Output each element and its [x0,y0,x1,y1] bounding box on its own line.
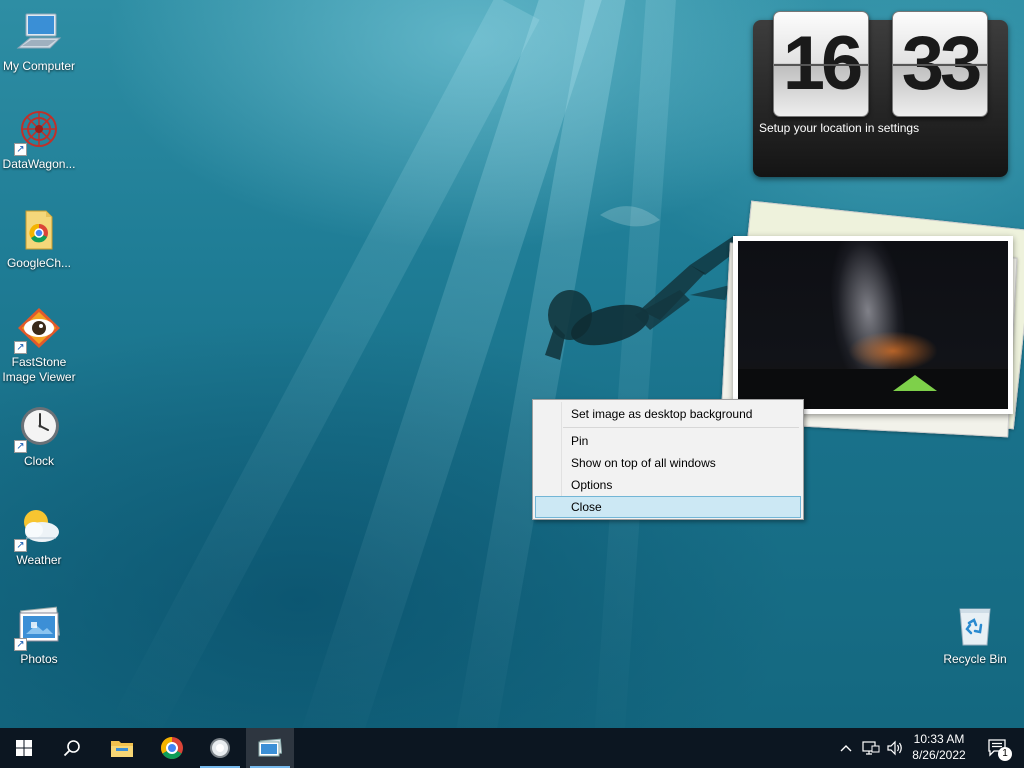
search-icon [63,740,80,757]
tray-date: 8/26/2022 [912,748,966,762]
gadget-icon [210,738,230,758]
computer-icon [16,13,62,49]
notification-center-button[interactable]: 1 [978,728,1018,768]
desktop-icon-label: Weather [16,553,62,567]
search-button[interactable] [48,728,96,768]
shortcut-arrow-icon: ↗ [14,440,27,453]
menu-item-pin[interactable]: Pin [535,430,801,452]
desktop-icon-google-chrome[interactable]: GoogleCh... [0,207,78,271]
shortcut-arrow-icon: ↗ [14,638,27,651]
shortcut-arrow-icon: ↗ [14,341,27,354]
file-explorer-icon [111,741,133,757]
menu-item-close[interactable]: Close [535,496,801,518]
night-sky-photo [738,241,1008,409]
desktop-icon-recycle-bin[interactable]: Recycle Bin [936,603,1014,667]
clock-minutes: 33 [892,11,988,117]
desktop-icon-datawagon[interactable]: ↗ DataWagon... [0,108,78,172]
desktop-icon-label: FastStone Image Viewer [2,355,76,384]
desktop-icon-photos[interactable]: ↗ Photos [0,603,78,667]
tray-chevron-up-icon[interactable] [836,728,856,768]
desktop-icon-label: Photos [20,652,58,666]
network-icon[interactable] [860,728,882,768]
chrome-icon [161,737,183,759]
menu-item-show-on-top[interactable]: Show on top of all windows [535,452,801,474]
taskbar: 10:33 AM 8/26/2022 1 [0,728,1024,768]
desktop-icon-my-computer[interactable]: My Computer [0,10,78,74]
menu-item-options[interactable]: Options [535,474,801,496]
desktop-icon-label: Recycle Bin [943,652,1007,666]
desktop-icon-weather[interactable]: ↗ Weather [0,504,78,568]
notification-badge: 1 [998,747,1012,761]
volume-icon[interactable] [884,728,906,768]
desktop: My Computer ↗ DataWagon... GoogleCh... ↗… [0,0,1024,728]
start-icon [16,740,32,756]
desktop-icon-label: DataWagon... [2,157,76,171]
clock-location-text[interactable]: Setup your location in settings [759,121,919,135]
taskbar-file-explorer[interactable] [98,728,146,768]
desktop-icon-label: Clock [23,454,54,468]
taskbar-slideshow[interactable] [246,728,294,768]
tray-clock[interactable]: 10:33 AM 8/26/2022 [905,728,973,768]
context-menu: Set image as desktop background Pin Show… [532,399,804,520]
desktop-icon-clock[interactable]: ↗ Clock [0,405,78,469]
recycle-bin-icon [959,608,991,646]
taskbar-gadgets[interactable] [196,728,244,768]
google-chrome-folder-icon [25,210,53,250]
start-button[interactable] [0,728,48,768]
taskbar-chrome[interactable] [148,728,196,768]
diver-silhouette [545,206,738,360]
shortcut-arrow-icon: ↗ [14,143,27,156]
slideshow-icon [258,738,282,757]
clock-hours: 16 [773,11,869,117]
desktop-icon-faststone[interactable]: ↗ FastStone Image Viewer [0,306,78,385]
menu-item-set-desktop-background[interactable]: Set image as desktop background [535,403,801,425]
slideshow-photo[interactable] [733,236,1013,414]
desktop-icon-label: My Computer [2,59,76,73]
tray-time: 10:33 AM [913,732,965,746]
shortcut-arrow-icon: ↗ [14,539,27,552]
desktop-icon-label: GoogleCh... [6,256,72,270]
clock-gadget[interactable]: 16 33 Setup your location in settings [753,11,1008,177]
menu-separator [563,427,799,428]
